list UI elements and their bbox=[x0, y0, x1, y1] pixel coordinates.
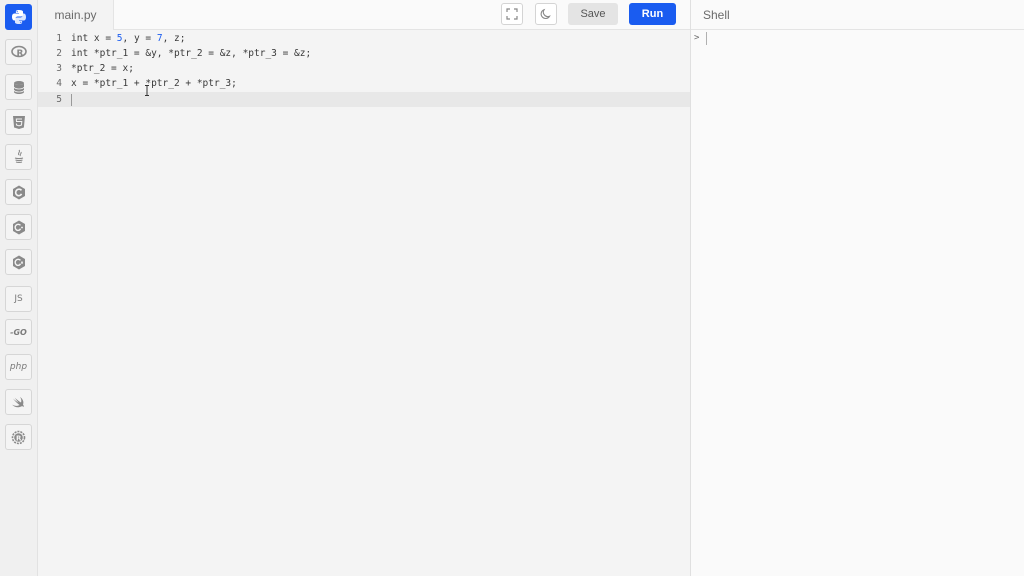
java-icon[interactable] bbox=[5, 144, 32, 170]
line-number: 3 bbox=[56, 63, 62, 74]
shell-output[interactable]: > bbox=[691, 30, 1024, 576]
language-sidebar: R JS -GO php R bbox=[0, 0, 38, 576]
fullscreen-icon bbox=[506, 8, 518, 20]
svg-text:R: R bbox=[16, 434, 22, 442]
html5-icon[interactable] bbox=[5, 109, 32, 135]
line-code: x = *ptr_1 + *ptr_2 + *ptr_3; bbox=[71, 78, 237, 89]
line-code: int x = 5, y = 7, z; bbox=[71, 33, 186, 44]
ibeam-cursor-icon bbox=[145, 85, 149, 96]
php-icon[interactable]: php bbox=[5, 354, 32, 380]
code-line: 2 int *ptr_1 = &y, *ptr_2 = &z, *ptr_3 =… bbox=[38, 46, 690, 61]
javascript-icon[interactable]: JS bbox=[5, 286, 32, 312]
line-number: 2 bbox=[56, 48, 62, 59]
rust-icon[interactable]: R bbox=[5, 424, 32, 450]
shell-header: Shell bbox=[691, 0, 1024, 30]
code-line: 1 int x = 5, y = 7, z; bbox=[38, 31, 690, 46]
code-line: 4 x = *ptr_1 + *ptr_2 + *ptr_3; bbox=[38, 76, 690, 91]
line-code: *ptr_2 = x; bbox=[71, 63, 134, 74]
editor-toolbar: main.py Save Run bbox=[38, 0, 690, 30]
cpp-icon[interactable] bbox=[5, 214, 32, 240]
code-line-current: 5 bbox=[38, 92, 690, 107]
line-number: 4 bbox=[56, 78, 62, 89]
text-caret bbox=[71, 94, 72, 106]
fullscreen-button[interactable] bbox=[501, 3, 523, 25]
code-editor[interactable]: 1 int x = 5, y = 7, z; 2 int *ptr_1 = &y… bbox=[38, 30, 690, 576]
moon-icon bbox=[540, 8, 551, 20]
javascript-label: JS bbox=[14, 294, 23, 304]
online-compiler-app: R JS -GO php R main.py Save Run 1 int x … bbox=[0, 0, 1024, 576]
php-label: php bbox=[9, 362, 28, 372]
go-label: -GO bbox=[10, 327, 27, 337]
csharp-icon[interactable] bbox=[5, 249, 32, 275]
go-icon[interactable]: -GO bbox=[5, 319, 32, 345]
c-icon[interactable] bbox=[5, 179, 32, 205]
svg-text:R: R bbox=[16, 49, 23, 59]
line-code: int *ptr_1 = &y, *ptr_2 = &z, *ptr_3 = &… bbox=[71, 48, 312, 59]
save-button[interactable]: Save bbox=[568, 3, 618, 25]
theme-toggle-button[interactable] bbox=[535, 3, 557, 25]
shell-caret bbox=[706, 32, 707, 45]
line-number: 1 bbox=[56, 33, 62, 44]
code-line: 3 *ptr_2 = x; bbox=[38, 61, 690, 76]
swift-icon[interactable] bbox=[5, 389, 32, 415]
shell-prompt: > bbox=[694, 33, 700, 43]
file-tab[interactable]: main.py bbox=[38, 0, 114, 30]
shell-title: Shell bbox=[703, 8, 730, 22]
line-number: 5 bbox=[56, 94, 62, 105]
r-icon[interactable]: R bbox=[5, 39, 32, 65]
python-icon[interactable] bbox=[5, 4, 32, 30]
run-button[interactable]: Run bbox=[629, 3, 676, 25]
database-icon[interactable] bbox=[5, 74, 32, 100]
